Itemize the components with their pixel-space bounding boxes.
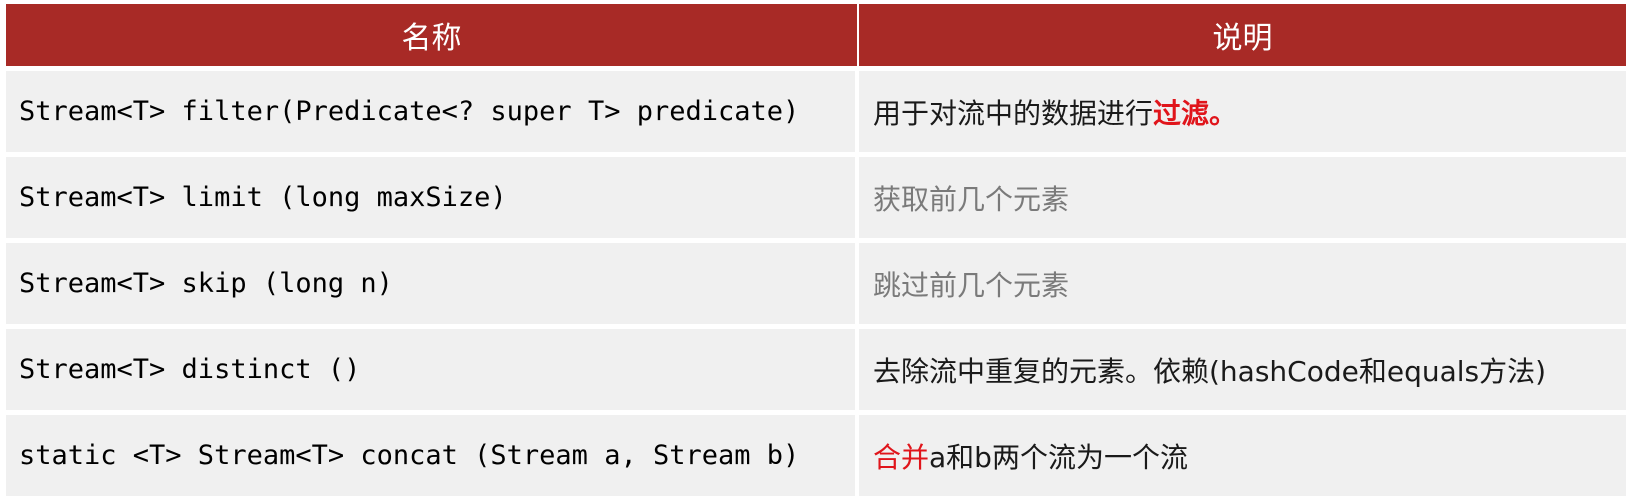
description-text: a和b两个流为一个流 <box>929 440 1188 474</box>
description-highlight: 过滤。 <box>1153 96 1238 130</box>
description-highlight: 合并 <box>873 440 930 474</box>
table-row: Stream<T> filter(Predicate<? super T> pr… <box>6 71 1626 152</box>
method-signature: Stream<T> distinct () <box>6 329 859 410</box>
method-description: 获取前几个元素 <box>859 157 1626 238</box>
table-row: static <T> Stream<T> concat (Stream a, S… <box>6 415 1626 496</box>
method-description: 用于对流中的数据进行 过滤。 <box>859 71 1626 152</box>
table-header-row: 名称 说明 <box>6 4 1626 66</box>
method-description: 去除流中重复的元素。依赖(hashCode和equals方法) <box>859 329 1626 410</box>
table-row: Stream<T> limit (long maxSize) 获取前几个元素 <box>6 157 1626 238</box>
method-description: 跳过前几个元素 <box>859 243 1626 324</box>
header-description: 说明 <box>859 4 1626 66</box>
method-signature: Stream<T> skip (long n) <box>6 243 859 324</box>
method-signature: static <T> Stream<T> concat (Stream a, S… <box>6 415 859 496</box>
table-row: Stream<T> skip (long n) 跳过前几个元素 <box>6 243 1626 324</box>
header-name: 名称 <box>6 4 859 66</box>
stream-methods-table: 名称 说明 Stream<T> filter(Predicate<? super… <box>6 4 1626 496</box>
method-description: 合并 a和b两个流为一个流 <box>859 415 1626 496</box>
method-signature: Stream<T> filter(Predicate<? super T> pr… <box>6 71 859 152</box>
method-signature: Stream<T> limit (long maxSize) <box>6 157 859 238</box>
description-text: 用于对流中的数据进行 <box>873 96 1154 130</box>
table-row: Stream<T> distinct () 去除流中重复的元素。依赖(hashC… <box>6 329 1626 410</box>
